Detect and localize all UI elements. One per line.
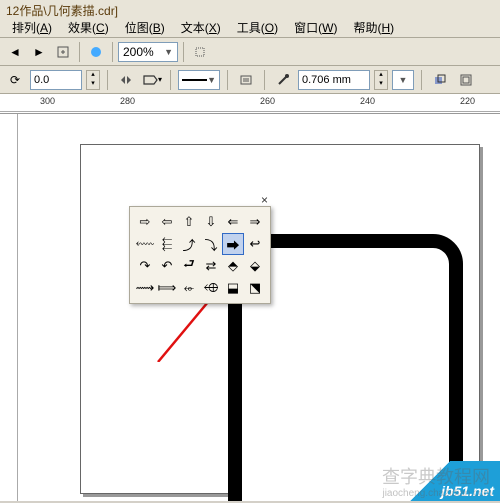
outline-width-input[interactable]: 0.706 mm bbox=[298, 70, 370, 90]
window-titlebar: 12作品\几何素描.cdr] bbox=[0, 0, 500, 18]
shape-option[interactable]: ⟾ bbox=[156, 277, 178, 299]
shape-option[interactable]: ⬰ bbox=[178, 277, 200, 299]
nav-back-button[interactable]: ◄ bbox=[4, 41, 26, 63]
outline-width-spinner[interactable]: ▴▾ bbox=[374, 70, 388, 90]
watermark-sub: jiaocheng.chazidian.com bbox=[382, 488, 492, 499]
canvas[interactable]: × ⇨⇦⇧⇩⇐⇒⬳⬱⤴⤵⮕↩↷↶⮐⇄⬘⬙⟿⟾⬰⬲⬓⬔ jb51.net 查字典教… bbox=[0, 114, 500, 501]
shape-option[interactable]: ⇦ bbox=[156, 211, 178, 233]
shape-option[interactable]: ⇒ bbox=[244, 211, 266, 233]
shape-option[interactable]: ⤴ bbox=[178, 233, 200, 255]
rotate-button[interactable]: ⟳ bbox=[4, 69, 26, 91]
shape-option[interactable]: ↶ bbox=[156, 255, 178, 277]
scale-outline-button[interactable] bbox=[455, 69, 477, 91]
standard-toolbar: ◄ ► 200%▼ bbox=[0, 38, 500, 66]
shape-option[interactable]: ↷ bbox=[134, 255, 156, 277]
shape-option[interactable]: ⤵ bbox=[200, 233, 222, 255]
x-spinner[interactable]: ▴▾ bbox=[86, 70, 100, 90]
shape-option[interactable]: ⬔ bbox=[244, 277, 266, 299]
shape-option[interactable]: ⇐ bbox=[222, 211, 244, 233]
wrap-text-button[interactable] bbox=[235, 69, 257, 91]
outline-width-dropdown[interactable]: ▼ bbox=[392, 70, 414, 90]
menu-text[interactable]: 文本(X) bbox=[173, 17, 229, 38]
ruler-horizontal: 300 280 260 240 220 bbox=[0, 94, 500, 114]
app-launcher-button[interactable] bbox=[85, 41, 107, 63]
shape-option[interactable]: ⇄ bbox=[200, 255, 222, 277]
perfect-shapes-flyout: × ⇨⇦⇧⇩⇐⇒⬳⬱⤴⤵⮕↩↷↶⮐⇄⬘⬙⟿⟾⬰⬲⬓⬔ bbox=[129, 206, 271, 304]
mirror-h-button[interactable] bbox=[115, 69, 137, 91]
shape-option[interactable]: ⇧ bbox=[178, 211, 200, 233]
outline-pen-icon bbox=[272, 69, 294, 91]
shape-option[interactable]: ⮕ bbox=[222, 233, 244, 255]
zoom-level-select[interactable]: 200%▼ bbox=[118, 42, 178, 62]
ruler-vertical bbox=[0, 114, 18, 501]
menu-help[interactable]: 帮助(H) bbox=[345, 17, 402, 38]
menu-window[interactable]: 窗口(W) bbox=[286, 17, 345, 38]
menu-bitmap[interactable]: 位图(B) bbox=[117, 17, 173, 38]
menu-effect[interactable]: 效果(C) bbox=[60, 17, 117, 38]
shape-option[interactable]: ⬓ bbox=[222, 277, 244, 299]
perfect-shape-button[interactable]: ▾ bbox=[141, 69, 163, 91]
shape-option[interactable]: ⬳ bbox=[134, 233, 156, 255]
shape-option[interactable]: ⬱ bbox=[156, 233, 178, 255]
menu-tools[interactable]: 工具(O) bbox=[229, 17, 286, 38]
shape-option[interactable]: ⇩ bbox=[200, 211, 222, 233]
shape-option[interactable]: ⇨ bbox=[134, 211, 156, 233]
export-button[interactable] bbox=[52, 41, 74, 63]
menubar: 排列(A) 效果(C) 位图(B) 文本(X) 工具(O) 窗口(W) 帮助(H… bbox=[0, 18, 500, 38]
nav-fwd-button[interactable]: ► bbox=[28, 41, 50, 63]
menu-shape[interactable]: 排列(A) bbox=[4, 17, 60, 38]
shape-option[interactable]: ⬙ bbox=[244, 255, 266, 277]
outline-style-select[interactable]: ▼ bbox=[178, 70, 220, 90]
shape-option[interactable]: ↩ bbox=[244, 233, 266, 255]
shape-option[interactable]: ⬲ bbox=[200, 277, 222, 299]
behind-fill-button[interactable] bbox=[429, 69, 451, 91]
title-text: 12作品\几何素描.cdr] bbox=[6, 4, 118, 18]
shape-option[interactable]: ⬘ bbox=[222, 255, 244, 277]
close-icon[interactable]: × bbox=[261, 193, 268, 207]
snap-button[interactable] bbox=[189, 41, 211, 63]
property-bar: ⟳ 0.0 ▴▾ ▾ ▼ 0.706 mm ▴▾ ▼ bbox=[0, 66, 500, 94]
shape-option[interactable]: ⮐ bbox=[178, 255, 200, 277]
x-position-input[interactable]: 0.0 bbox=[30, 70, 82, 90]
shape-option[interactable]: ⟿ bbox=[134, 277, 156, 299]
watermark-main: 查字典教程网 bbox=[382, 463, 490, 489]
